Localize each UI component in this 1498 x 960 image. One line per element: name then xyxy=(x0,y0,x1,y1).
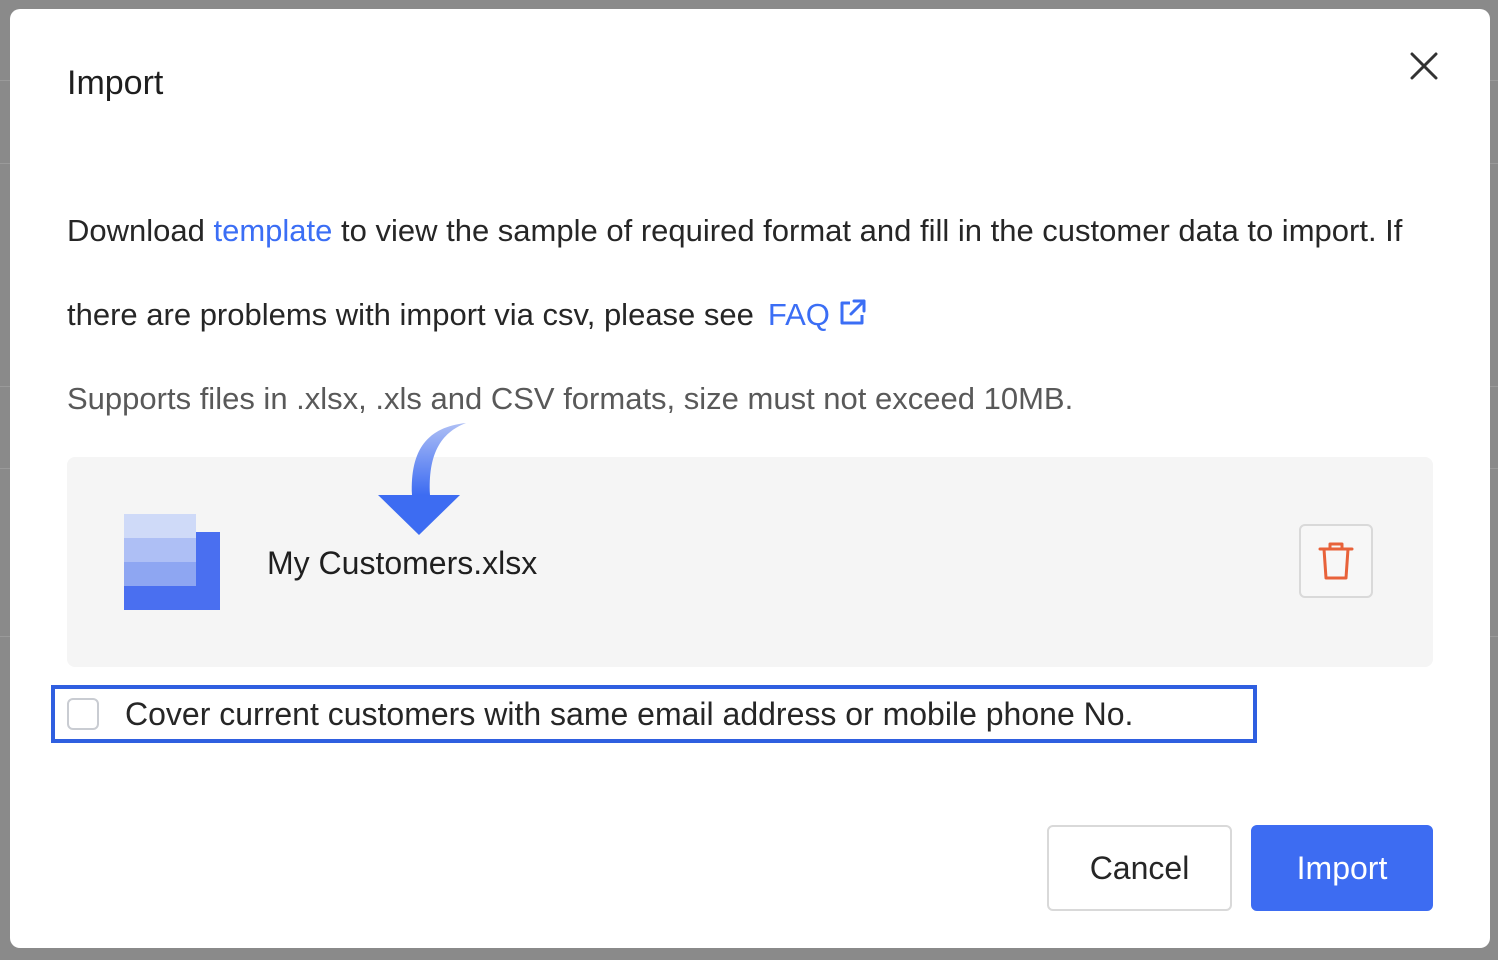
external-link-icon xyxy=(840,299,866,325)
template-link[interactable]: template xyxy=(213,213,332,248)
file-name: My Customers.xlsx xyxy=(267,545,538,581)
faq-link-label: FAQ xyxy=(767,297,830,332)
spreadsheet-file-icon xyxy=(124,514,220,610)
uploaded-file-card: My Customers.xlsx xyxy=(67,457,1433,667)
cover-customers-option[interactable]: Cover current customers with same email … xyxy=(67,694,1133,734)
cancel-button[interactable]: Cancel xyxy=(1047,825,1232,911)
faq-link[interactable]: FAQ xyxy=(768,297,868,332)
dialog-title: Import xyxy=(67,64,164,102)
close-icon xyxy=(1410,52,1438,80)
curved-arrow-icon xyxy=(378,423,466,535)
cover-customers-checkbox[interactable] xyxy=(67,698,99,730)
delete-file-button[interactable] xyxy=(1299,524,1373,598)
cover-customers-label: Cover current customers with same email … xyxy=(125,696,1134,732)
supported-formats-note: Supports files in .xlsx, .xls and CSV fo… xyxy=(67,381,1074,416)
trash-icon xyxy=(1318,542,1354,580)
close-button[interactable] xyxy=(1405,47,1443,85)
import-dialog: Import Download template to view the sam… xyxy=(10,9,1490,948)
import-button[interactable]: Import xyxy=(1251,825,1433,911)
instructions-prefix: Download xyxy=(67,213,214,248)
import-instructions: Download template to view the sample of … xyxy=(67,189,1427,357)
